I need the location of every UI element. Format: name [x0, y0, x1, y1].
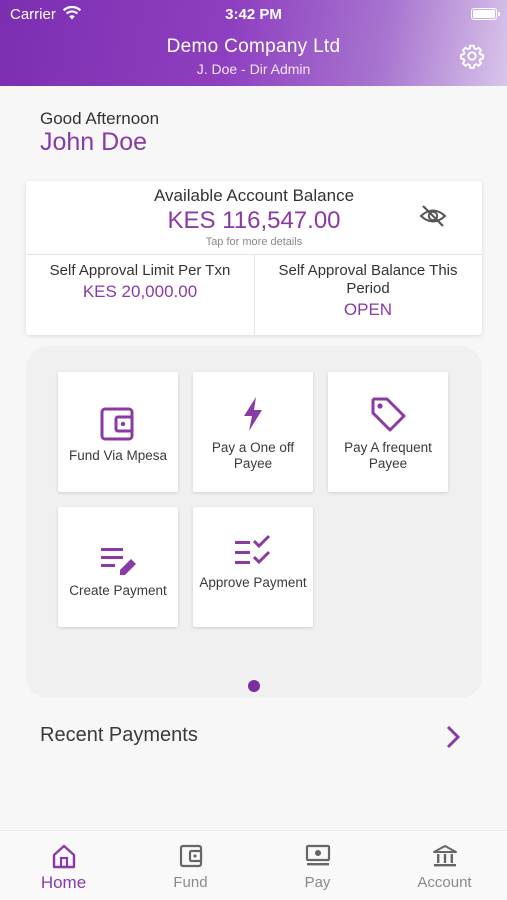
fund-via-mpesa-tile[interactable]: Fund Via Mpesa [58, 372, 178, 492]
approval-limit-value: KES 20,000.00 [82, 282, 198, 301]
tile-label: Pay a One off Payee [211, 440, 295, 471]
tile-label: Fund Via Mpesa [68, 448, 168, 463]
pay-one-off-payee-tile[interactable]: Pay a One off Payee [193, 372, 313, 492]
create-payment-tile[interactable]: Create Payment [58, 507, 178, 627]
tile-label: Create Payment [69, 583, 167, 598]
tab-home[interactable]: Home [0, 831, 127, 900]
tab-label: Fund [173, 874, 208, 891]
cash-icon [305, 844, 331, 866]
approval-limit-label: Self Approval Limit Per Txn [49, 262, 231, 279]
edit-list-icon [101, 548, 136, 575]
approval-limit-section: Self Approval Limit Per Txn KES 20,000.0… [26, 262, 254, 302]
company-name: Demo Company Ltd [166, 36, 341, 57]
tab-pay[interactable]: Pay [254, 831, 381, 900]
home-icon [52, 844, 76, 869]
approval-balance-value: OPEN [343, 300, 393, 319]
approval-balance-label: Self Approval Balance This Period [278, 262, 458, 297]
bottom-tab-bar: Home Fund Pay Account [0, 830, 507, 900]
status-bar: Carrier 3:42 PM [0, 0, 507, 28]
wallet-icon [179, 844, 203, 868]
tile-label: Pay A frequent Payee [344, 440, 432, 471]
balance-amount: KES 116,547.00 [167, 207, 341, 234]
greeting-text: Good Afternoon [40, 109, 160, 128]
approve-payment-tile[interactable]: Approve Payment [193, 507, 313, 627]
clock: 3:42 PM [225, 6, 282, 23]
tab-label: Pay [304, 874, 331, 891]
page-indicator-dot[interactable] [248, 680, 260, 692]
pay-frequent-payee-tile[interactable]: Pay A frequent Payee [328, 372, 448, 492]
wallet-icon [100, 407, 134, 441]
chevron-right-icon[interactable] [443, 723, 463, 751]
tab-fund[interactable]: Fund [127, 831, 254, 900]
balance-hint: Tap for more details [205, 236, 303, 248]
eye-off-icon[interactable] [418, 203, 448, 229]
battery-icon [471, 8, 500, 20]
tab-label: Account [417, 874, 472, 891]
quick-actions-panel: Fund Via Mpesa Pay a One off Payee Pay A… [26, 346, 482, 698]
checklist-icon [235, 534, 271, 565]
tag-icon [371, 397, 406, 432]
user-name: John Doe [40, 128, 148, 156]
balance-label: Available Account Balance [153, 186, 355, 205]
approval-balance-section: Self Approval Balance This Period OPEN [254, 262, 482, 320]
recent-payments-label[interactable]: Recent Payments [40, 724, 198, 747]
tab-account[interactable]: Account [381, 831, 507, 900]
tab-label: Home [40, 873, 87, 892]
lightning-icon [244, 397, 262, 431]
balance-card[interactable]: Available Account Balance KES 116,547.00… [26, 181, 482, 335]
header-wave [0, 66, 507, 90]
bank-icon [433, 845, 457, 867]
tile-label: Approve Payment [199, 575, 307, 590]
